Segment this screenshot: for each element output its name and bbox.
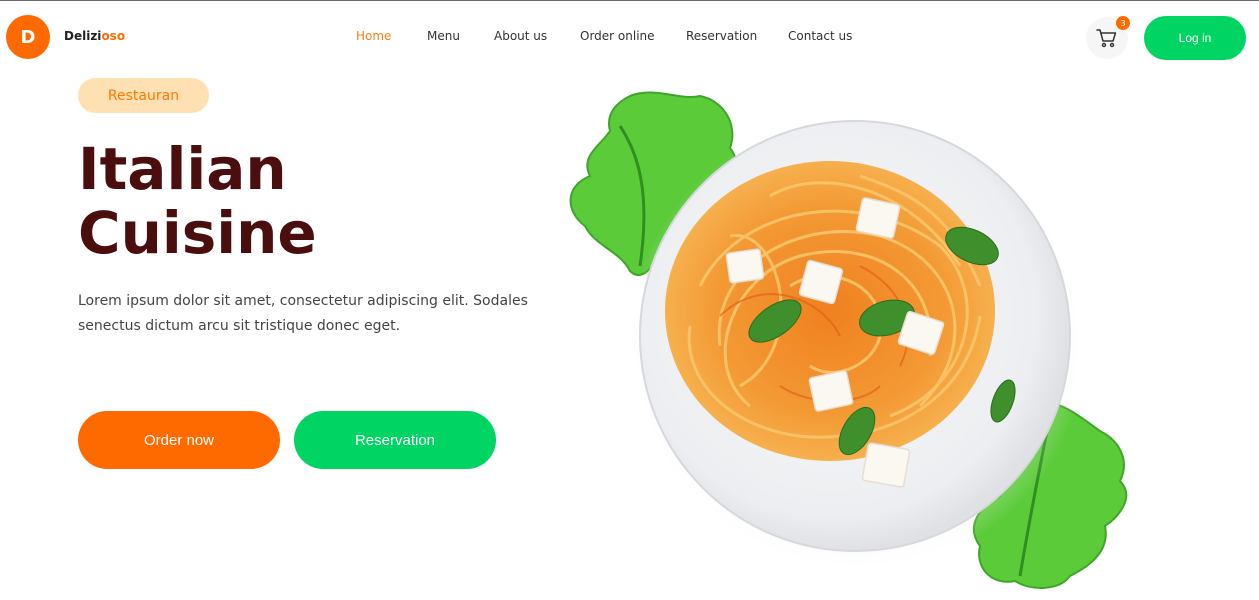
hero-title-line1: Italian: [78, 135, 287, 203]
reservation-button[interactable]: Reservation: [294, 411, 496, 469]
order-now-button[interactable]: Order now: [78, 411, 280, 469]
cart-icon: [1096, 29, 1117, 48]
hero-description: Lorem ipsum dolor sit amet, consectetur …: [78, 293, 528, 334]
category-tag: Restauran: [78, 78, 209, 113]
hero-title-line2: Cuisine: [78, 199, 317, 267]
nav-home[interactable]: Home: [356, 29, 391, 43]
cart-count-badge: 3: [1116, 16, 1130, 30]
nav-menu[interactable]: Menu: [427, 29, 460, 43]
main-nav: Home Menu About us Order online Reservat…: [0, 29, 1259, 47]
login-button[interactable]: Log in: [1144, 16, 1246, 60]
nav-contact-us[interactable]: Contact us: [788, 29, 852, 43]
nav-order-online[interactable]: Order online: [580, 29, 655, 43]
hero-title: Italian Cuisine: [78, 137, 498, 265]
nav-about-us[interactable]: About us: [494, 29, 547, 43]
nav-reservation[interactable]: Reservation: [686, 29, 757, 43]
pasta-dish-image: [569, 91, 1128, 589]
